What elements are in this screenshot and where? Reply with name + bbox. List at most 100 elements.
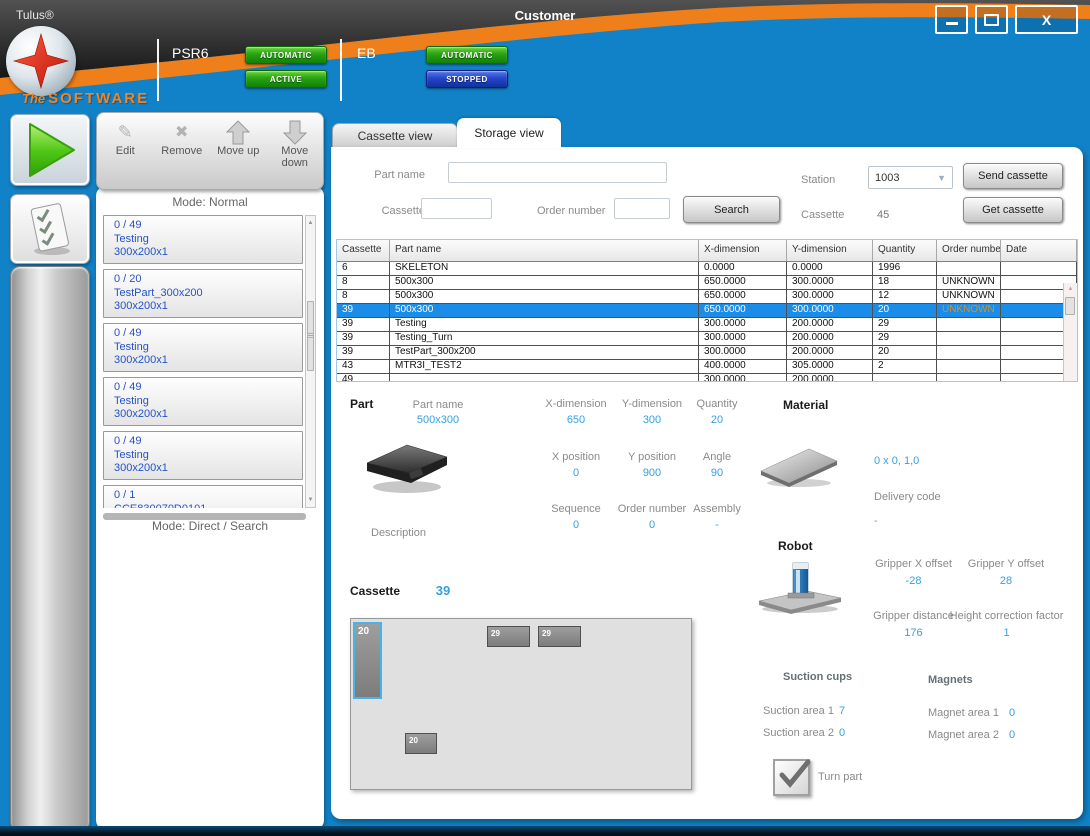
y-position-value: 900 — [616, 467, 688, 479]
part-block[interactable]: 29 — [487, 626, 530, 647]
quantity-label: Quantity — [683, 398, 751, 410]
magnets-heading: Magnets — [928, 674, 973, 686]
table-row[interactable]: 39Testing_Turn300.0000200.000029 — [337, 332, 1077, 346]
part-name-value: 500x300 — [393, 414, 483, 426]
start-button[interactable] — [10, 114, 90, 186]
cassette-input[interactable] — [421, 198, 492, 219]
column-header[interactable]: Date — [1001, 240, 1077, 261]
height-correction-value: 1 — [939, 627, 1074, 639]
remove-label: Remove — [154, 145, 211, 157]
cassette-label: Cassette — [359, 205, 425, 217]
scroll-up-icon[interactable]: ▲ — [1064, 285, 1077, 293]
maximize-button[interactable] — [975, 5, 1008, 34]
window-controls: X — [935, 5, 1078, 34]
table-row[interactable]: 8500x300650.0000300.000018UNKNOWN — [337, 276, 1077, 290]
list-item[interactable]: 0 / 49Testing300x200x1 — [103, 323, 303, 372]
table-row[interactable]: 8500x300650.0000300.000012UNKNOWN — [337, 290, 1077, 304]
minimize-button[interactable] — [935, 5, 968, 34]
tulus-logo — [6, 26, 76, 96]
close-button[interactable]: X — [1015, 5, 1078, 34]
x-dimension-value: 650 — [536, 414, 616, 426]
eb-status-group: AUTOMATIC STOPPED — [426, 46, 508, 88]
part-block-selected[interactable]: 20 — [353, 622, 382, 699]
search-button[interactable]: Search — [683, 196, 780, 223]
maximize-icon — [984, 14, 999, 26]
part-block[interactable]: 20 — [405, 733, 437, 754]
part-name-field-label: Part name — [393, 399, 483, 411]
delivery-code-value: - — [874, 515, 878, 527]
suction-area1-value: 7 — [839, 705, 845, 717]
mode-direct-text: Mode: Direct / Search — [96, 519, 324, 533]
station-label: Station — [801, 174, 835, 186]
list-item[interactable]: 0 / 1CCE830070D0101 — [103, 485, 303, 508]
list-item[interactable]: 0 / 20TestPart_300x200300x200x1 — [103, 269, 303, 318]
move-down-button[interactable]: Move down — [267, 119, 324, 189]
table-row[interactable]: 39Testing300.0000200.000029 — [337, 318, 1077, 332]
assembly-label: Assembly — [683, 503, 751, 515]
column-header[interactable]: Order numbe — [937, 240, 1001, 261]
column-header[interactable]: Quantity — [873, 240, 937, 261]
table-row[interactable]: 39TestPart_300x200300.0000200.000020 — [337, 346, 1077, 360]
magnet-area2-value: 0 — [1009, 729, 1015, 741]
order-number-input[interactable] — [614, 198, 670, 219]
robot-image — [755, 555, 845, 620]
send-cassette-button[interactable]: Send cassette — [963, 163, 1063, 189]
part-block[interactable]: 29 — [538, 626, 581, 647]
storage-view-panel: Part name Cassette Order number Search S… — [331, 147, 1083, 819]
scrollbar-thumb[interactable]: ☰ — [307, 301, 314, 371]
y-dimension-label: Y-dimension — [616, 398, 688, 410]
height-correction-label: Height correction factor — [939, 610, 1074, 622]
parts-table: Cassette Part name X-dimension Y-dimensi… — [336, 239, 1078, 382]
table-row[interactable]: 43MTR3I_TEST2400.0000305.00002 — [337, 360, 1077, 374]
part-name-input[interactable] — [448, 162, 667, 183]
left-sidebar-rail — [10, 266, 90, 832]
remove-button[interactable]: ✖ Remove — [154, 119, 211, 189]
suction-cups-heading: Suction cups — [783, 671, 852, 683]
eb-stopped-status[interactable]: STOPPED — [426, 70, 508, 88]
gripper-y-label: Gripper Y offset — [941, 558, 1071, 570]
scroll-up-icon[interactable]: ▲ — [306, 219, 315, 227]
psr6-active-status[interactable]: ACTIVE — [245, 70, 327, 88]
machine-name-eb: EB — [357, 45, 376, 61]
table-row-selected[interactable]: 39500x300650.0000300.000020UNKNOWN — [337, 304, 1077, 318]
order-number-field-label: Order number — [611, 503, 693, 515]
magnet-area1-label: Magnet area 1 — [928, 707, 1008, 719]
column-header[interactable]: Part name — [390, 240, 699, 261]
delivery-code-label: Delivery code — [874, 491, 941, 503]
table-scrollbar[interactable]: ▲ ▼ — [1063, 283, 1077, 382]
scroll-down-icon[interactable]: ▼ — [306, 496, 315, 504]
column-header[interactable]: Y-dimension — [787, 240, 873, 261]
list-item[interactable]: 0 / 49Testing300x200x1 — [103, 377, 303, 426]
remove-icon: ✖ — [175, 122, 188, 142]
table-row[interactable]: 49300.0000200.0000 — [337, 374, 1077, 382]
machine-name-psr6: PSR6 — [172, 45, 209, 61]
turn-part-checkbox[interactable] — [773, 759, 810, 796]
list-item[interactable]: 0 / 49Testing300x200x1 — [103, 431, 303, 480]
station-select[interactable]: 1003 ▼ — [868, 166, 953, 189]
edit-button[interactable]: ✎ Edit — [97, 119, 154, 189]
eb-automatic-status[interactable]: AUTOMATIC — [426, 46, 508, 64]
get-cassette-button[interactable]: Get cassette — [963, 197, 1063, 223]
station-value: 1003 — [875, 172, 899, 184]
column-header[interactable]: Cassette — [337, 240, 390, 261]
check-icon — [777, 755, 819, 791]
psr6-automatic-status[interactable]: AUTOMATIC — [245, 46, 327, 64]
move-up-icon — [226, 119, 250, 145]
suction-area2-label: Suction area 2 — [763, 727, 841, 739]
table-body: 6SKELETON0.00000.00001996 8500x300650.00… — [337, 262, 1077, 382]
angle-label: Angle — [683, 451, 751, 463]
scrollbar-thumb[interactable] — [1065, 297, 1075, 315]
cassette-layout-map: 20 29 29 20 — [350, 618, 692, 790]
tab-cassette-view[interactable]: Cassette view — [332, 123, 458, 148]
pencil-icon: ✎ — [118, 122, 133, 143]
queue-panel: Mode: Normal 0 / 49Testing300x200x1 0 / … — [96, 186, 324, 830]
turn-part-label: Turn part — [818, 771, 862, 783]
job-list-button[interactable] — [10, 194, 90, 264]
column-header[interactable]: X-dimension — [699, 240, 787, 261]
queue-scrollbar[interactable]: ▲ ☰ ▼ — [305, 215, 316, 508]
move-up-button[interactable]: Move up — [210, 119, 267, 189]
chevron-down-icon: ▼ — [937, 173, 946, 183]
tab-storage-view[interactable]: Storage view — [457, 118, 561, 148]
table-row[interactable]: 6SKELETON0.00000.00001996 — [337, 262, 1077, 276]
list-item[interactable]: 0 / 49Testing300x200x1 — [103, 215, 303, 264]
